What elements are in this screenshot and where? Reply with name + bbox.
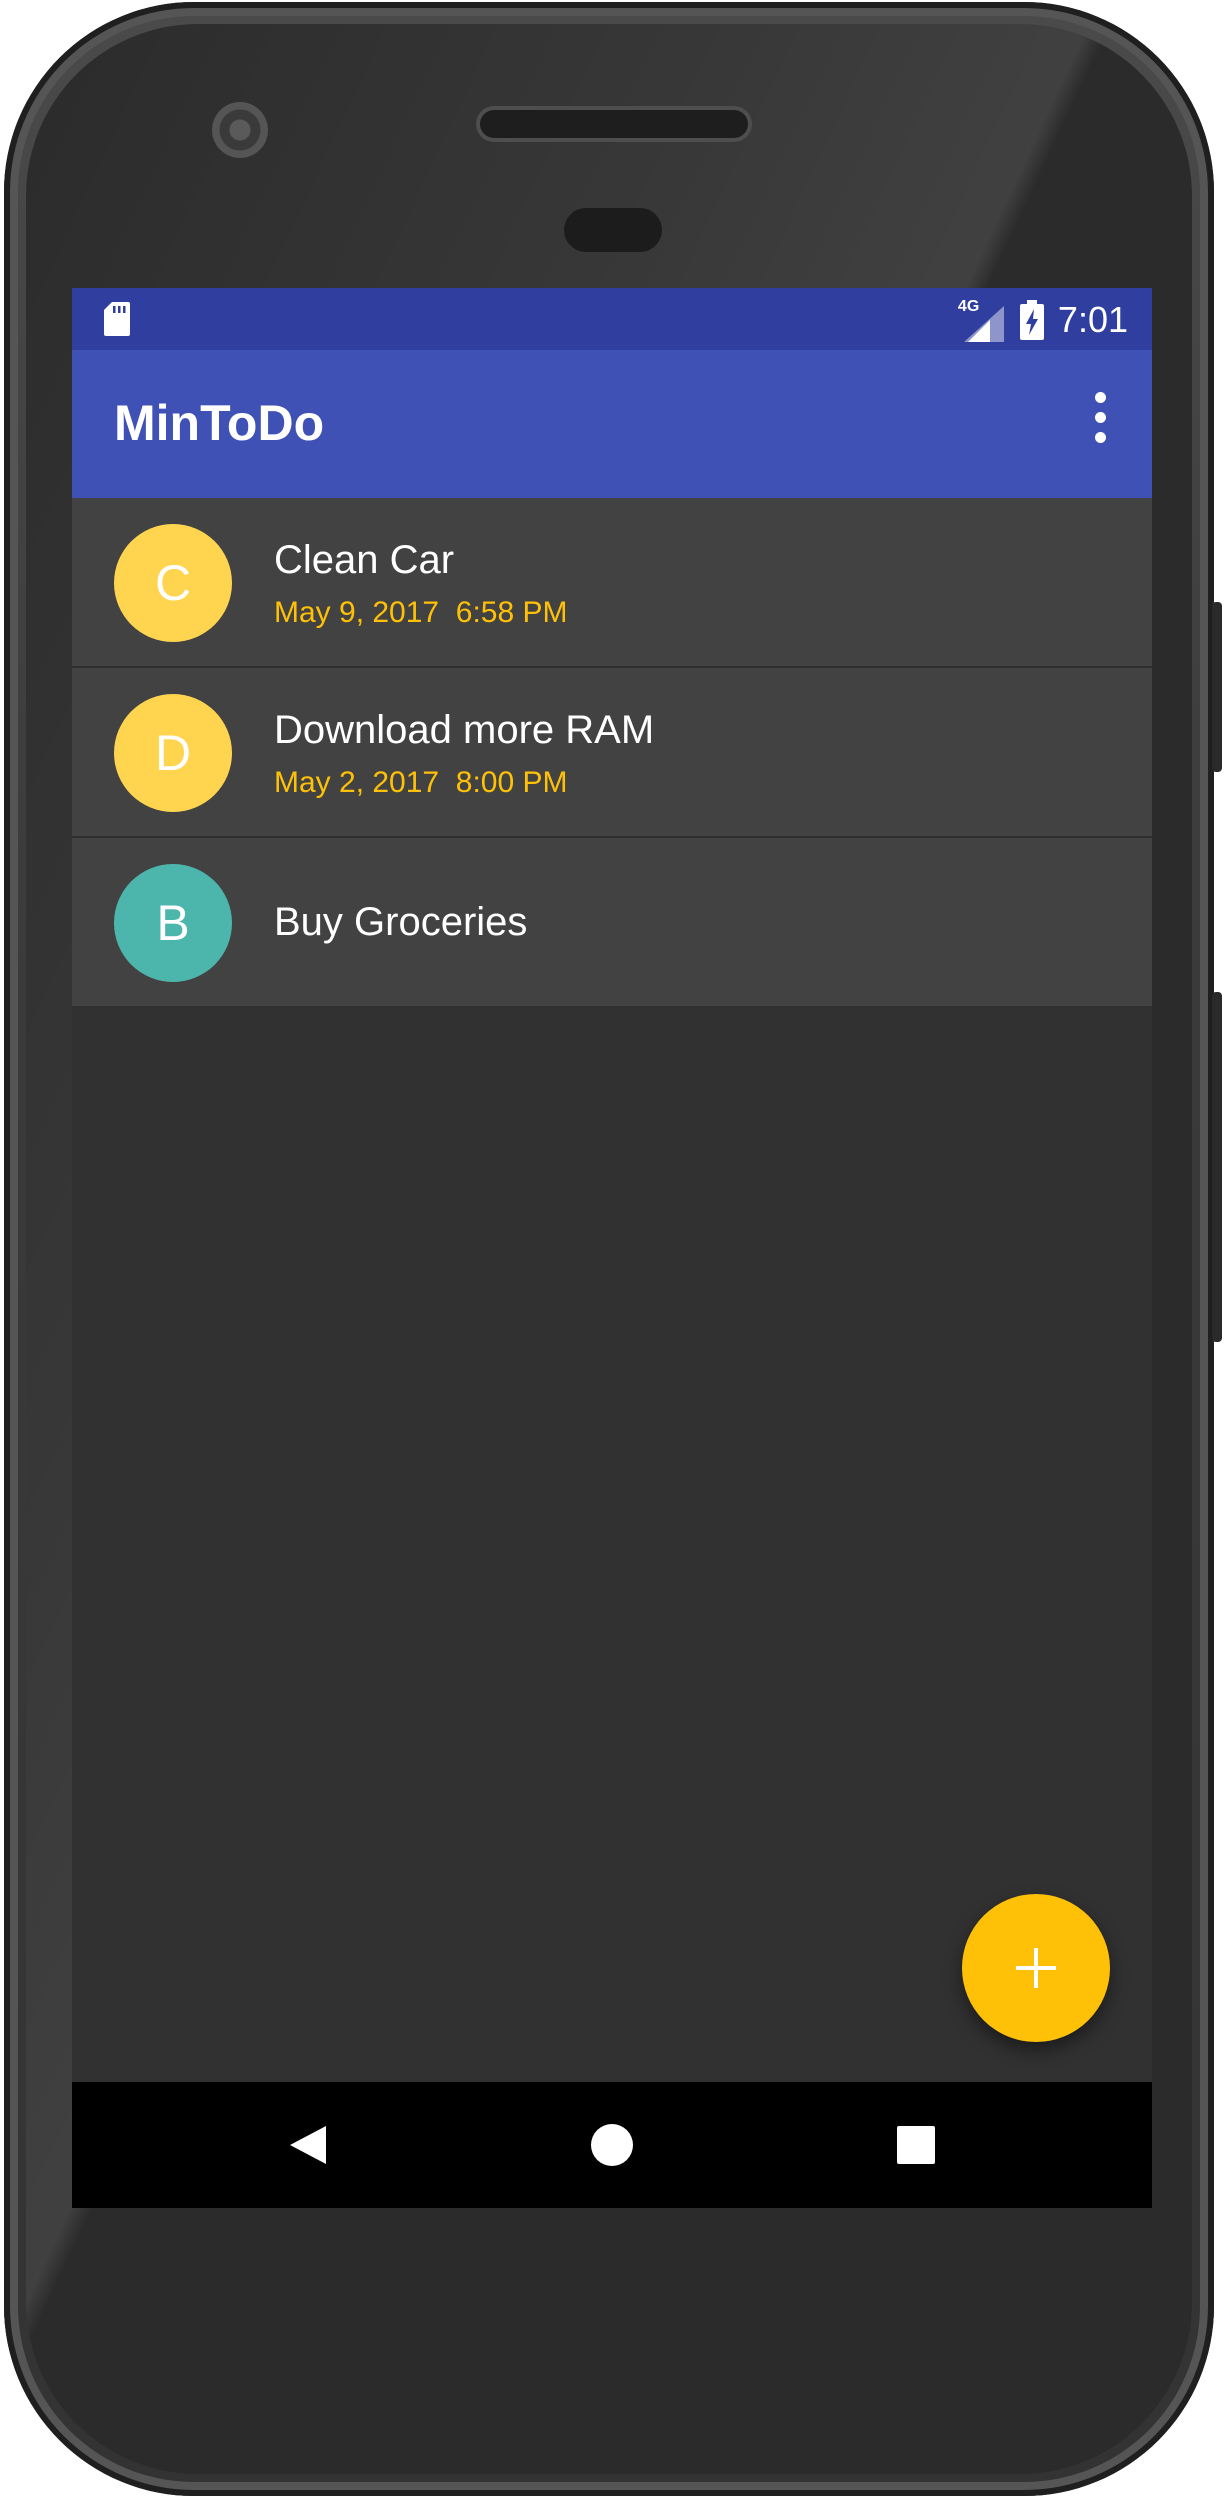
status-bar: 4G 7:01 — [72, 288, 1152, 350]
todo-letter-avatar: C — [114, 524, 232, 642]
screen: 4G 7:01 MinToDo C Clean Car May 9, 2017 … — [72, 288, 1152, 2208]
front-camera — [212, 102, 268, 158]
todo-reminder: May 2, 2017 8:00 PM — [274, 766, 568, 799]
todo-item[interactable]: B Buy Groceries — [72, 838, 1152, 1008]
back-icon[interactable] — [270, 2108, 344, 2182]
navigation-bar — [72, 2082, 1152, 2208]
todo-letter-avatar: D — [114, 694, 232, 812]
signal-icon: 4G — [958, 298, 1006, 342]
volume-button — [1212, 992, 1222, 1342]
home-icon[interactable] — [575, 2108, 649, 2182]
todo-list: C Clean Car May 9, 2017 6:58 PM D Downlo… — [72, 498, 1152, 1008]
todo-title: Buy Groceries — [274, 900, 528, 944]
recents-icon[interactable] — [879, 2108, 953, 2182]
todo-letter-avatar: B — [114, 864, 232, 982]
app-title: MinToDo — [114, 395, 325, 451]
todo-item[interactable]: C Clean Car May 9, 2017 6:58 PM — [72, 498, 1152, 668]
proximity-sensor — [564, 208, 662, 252]
todo-item[interactable]: D Download more RAM May 2, 2017 8:00 PM — [72, 668, 1152, 838]
sd-card-icon — [104, 302, 130, 336]
app-bar: MinToDo — [72, 350, 1152, 498]
clock: 7:01 — [1057, 299, 1128, 340]
earpiece-speaker — [480, 110, 748, 138]
todo-reminder: May 9, 2017 6:58 PM — [274, 596, 568, 629]
battery-charging-icon — [1019, 300, 1044, 340]
phone-frame: 4G 7:01 MinToDo C Clean Car May 9, 2017 … — [4, 2, 1222, 2496]
todo-title: Clean Car — [274, 538, 455, 582]
status-icons: 4G 7:01 — [958, 296, 1128, 344]
power-button — [1212, 602, 1222, 772]
todo-title: Download more RAM — [274, 708, 655, 752]
add-todo-button[interactable] — [962, 1894, 1110, 2042]
overflow-menu-icon[interactable] — [1088, 392, 1112, 456]
